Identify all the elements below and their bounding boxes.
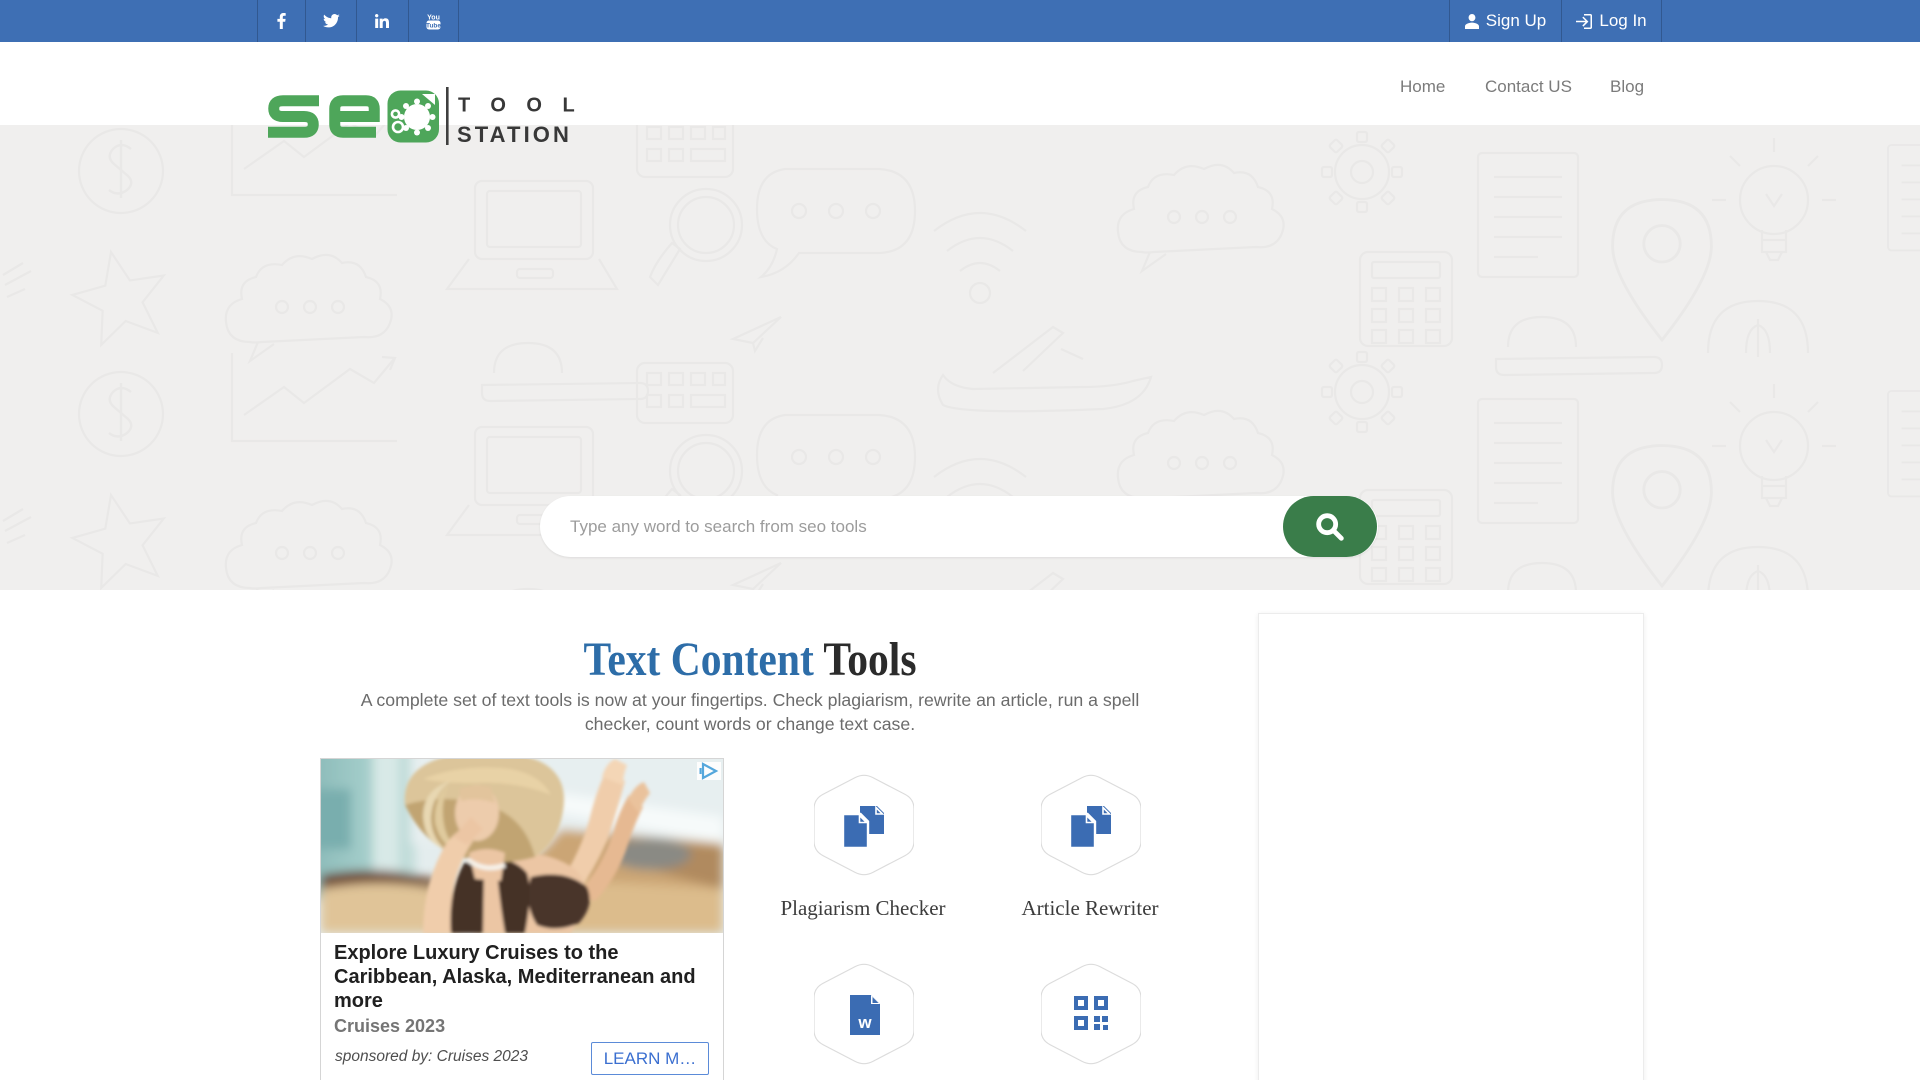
svg-text:TOOL: TOOL bbox=[458, 95, 588, 117]
svg-text:STATION: STATION bbox=[457, 122, 572, 147]
svg-text:You: You bbox=[427, 14, 440, 21]
svg-text:w: w bbox=[857, 1013, 872, 1032]
svg-text:Tube: Tube bbox=[425, 22, 440, 29]
